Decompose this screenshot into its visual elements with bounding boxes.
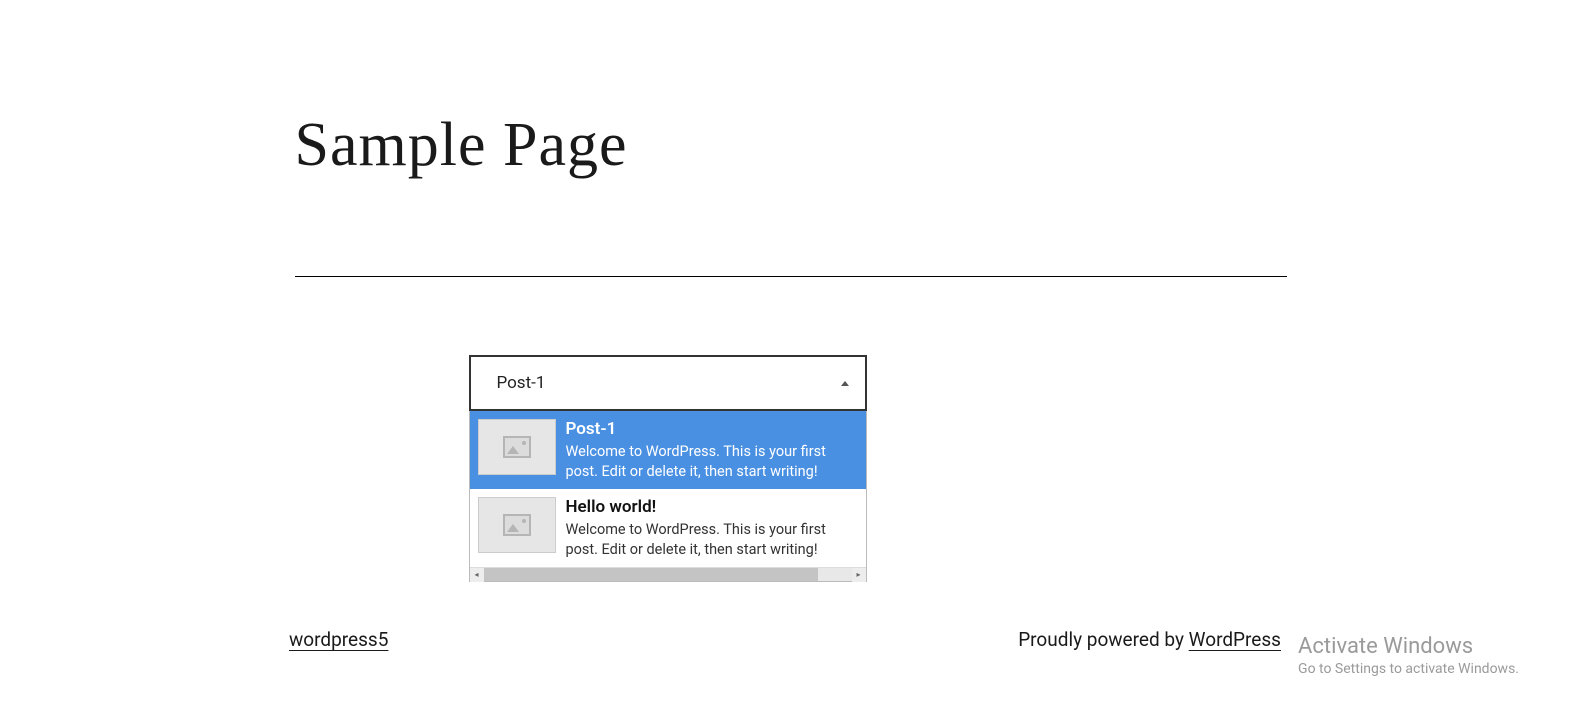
option-title: Post-1	[566, 419, 852, 439]
page-title: Sample Page	[295, 110, 1287, 181]
dropdown-selected-label: Post-1	[497, 373, 546, 393]
scroll-right-arrow-icon[interactable]: ▸	[852, 568, 866, 582]
powered-text: Proudly powered by	[1018, 628, 1188, 651]
placeholder-image-icon	[478, 497, 556, 553]
horizontal-scrollbar[interactable]: ◂ ▸	[470, 567, 866, 581]
site-footer: wordpress5 Proudly powered by WordPress	[289, 628, 1281, 651]
watermark-subtitle: Go to Settings to activate Windows.	[1298, 661, 1519, 677]
option-title: Hello world!	[566, 497, 852, 517]
dropdown-option-post-1[interactable]: Post-1 Welcome to WordPress. This is you…	[470, 411, 866, 489]
content-divider	[295, 276, 1287, 277]
dropdown-option-hello-world[interactable]: Hello world! Welcome to WordPress. This …	[470, 489, 866, 567]
watermark-title: Activate Windows	[1298, 634, 1519, 659]
placeholder-image-icon	[478, 419, 556, 475]
dropdown-panel: Post-1 Welcome to WordPress. This is you…	[469, 411, 867, 582]
scroll-track[interactable]	[484, 568, 852, 581]
site-title-link[interactable]: wordpress5	[289, 628, 388, 651]
post-dropdown: Post-1 Post-1 Welcome to WordPress. This…	[469, 355, 867, 411]
scroll-left-arrow-icon[interactable]: ◂	[470, 568, 484, 582]
wordpress-link[interactable]: WordPress	[1189, 628, 1281, 651]
option-description: Welcome to WordPress. This is your first…	[566, 442, 852, 481]
windows-activation-watermark: Activate Windows Go to Settings to activ…	[1298, 634, 1519, 677]
option-description: Welcome to WordPress. This is your first…	[566, 520, 852, 559]
caret-up-icon	[841, 381, 849, 386]
powered-by: Proudly powered by WordPress	[1018, 628, 1281, 651]
dropdown-toggle[interactable]: Post-1	[469, 355, 867, 411]
scroll-thumb[interactable]	[484, 568, 819, 581]
